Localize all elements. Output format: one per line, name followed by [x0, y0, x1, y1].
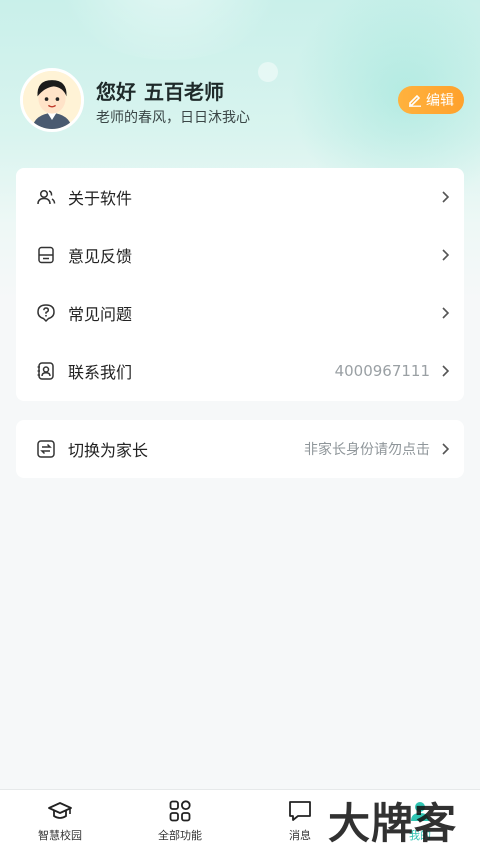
menu-item-feedback[interactable]: 意见反馈	[16, 226, 464, 284]
users-icon	[37, 189, 56, 205]
menu-item-contact[interactable]: 联系我们 4000967111	[16, 342, 464, 400]
menu-item-label: 联系我们	[68, 363, 133, 382]
profile-icon	[411, 802, 429, 821]
switch-role-card: 切换为家长 非家长身份请勿点击	[16, 420, 464, 478]
question-icon	[37, 304, 55, 323]
feedback-icon	[38, 246, 54, 264]
chevron-right-icon	[442, 249, 450, 261]
tab-smart-campus[interactable]: 智慧校园	[0, 790, 120, 853]
menu-item-about[interactable]: 关于软件	[16, 168, 464, 226]
menu-item-label: 常见问题	[68, 305, 133, 324]
tab-label: 消息	[289, 829, 311, 842]
chevron-right-icon	[442, 307, 450, 319]
edit-label: 编辑	[426, 93, 454, 109]
settings-menu-card: 关于软件 意见反馈 常见问题 联系我们 4000967111	[16, 168, 464, 401]
menu-item-faq[interactable]: 常见问题	[16, 284, 464, 342]
switch-icon	[37, 440, 55, 458]
graduation-cap-icon	[48, 802, 72, 819]
tab-label: 全部功能	[158, 829, 202, 842]
menu-item-label: 关于软件	[68, 189, 133, 208]
switch-role-hint: 非家长身份请勿点击	[304, 442, 430, 458]
switch-role-label: 切换为家长	[68, 441, 149, 460]
greeting-hello: 您好	[96, 80, 136, 104]
switch-to-parent-item[interactable]: 切换为家长 非家长身份请勿点击	[16, 420, 464, 478]
tab-messages[interactable]: 消息	[240, 790, 360, 853]
profile-header: 您好 五百老师 老师的春风，日日沐我心 编辑	[20, 68, 464, 132]
pencil-icon	[409, 94, 421, 107]
user-name: 五百老师	[144, 80, 224, 104]
menu-item-label: 意见反馈	[68, 247, 133, 266]
chevron-right-icon	[442, 365, 450, 377]
tab-mine[interactable]: 我的	[360, 790, 480, 853]
greeting: 您好 五百老师	[96, 76, 232, 105]
chevron-right-icon	[442, 191, 450, 203]
bottom-tab-bar: 智慧校园 全部功能 消息 我的	[0, 789, 480, 853]
message-icon	[289, 801, 311, 821]
edit-profile-button[interactable]: 编辑	[398, 86, 464, 114]
tab-label: 智慧校园	[38, 829, 82, 842]
tab-label: 我的	[409, 829, 431, 842]
contact-phone-number: 4000967111	[334, 362, 430, 380]
user-motto: 老师的春风，日日沐我心	[96, 110, 250, 126]
chevron-right-icon	[442, 443, 450, 455]
contact-icon	[37, 362, 54, 380]
avatar[interactable]	[20, 68, 84, 132]
grid-icon	[169, 800, 191, 822]
tab-all-functions[interactable]: 全部功能	[120, 790, 240, 853]
